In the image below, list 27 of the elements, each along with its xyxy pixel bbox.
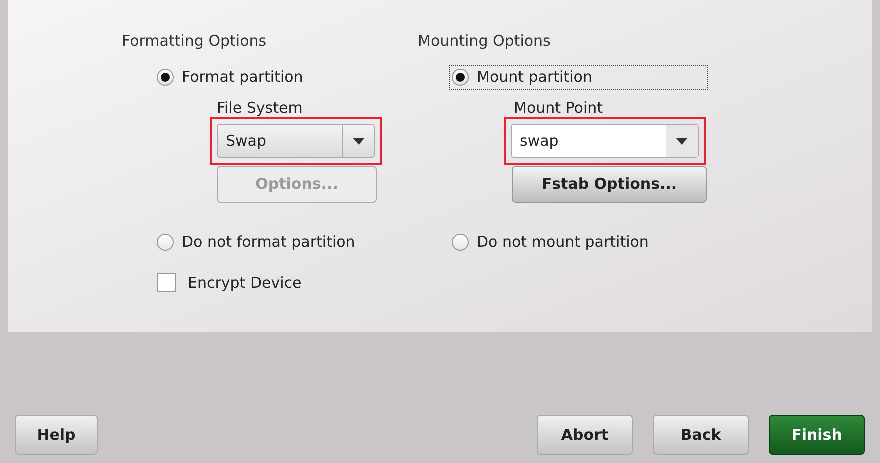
section-title: Formatting Options (122, 31, 268, 52)
radio-button[interactable] (452, 68, 469, 86)
dropdown-value: swap (519, 130, 560, 152)
dialog-button[interactable]: Help (15, 415, 98, 455)
radio-option[interactable]: Do not mount partition (450, 231, 707, 254)
radio-option[interactable]: Mount partition (450, 66, 707, 88)
dropdown[interactable]: swap (511, 124, 699, 158)
radio-label: Do not mount partition (477, 232, 649, 253)
radio-label: Format partition (182, 67, 304, 88)
checkbox[interactable] (157, 273, 176, 292)
field-label: File System (216, 98, 304, 118)
radio-button[interactable] (157, 68, 174, 86)
checkbox-label: Encrypt Device (188, 272, 302, 294)
field-label: Mount Point (513, 98, 604, 118)
radio-option[interactable]: Format partition (155, 66, 418, 88)
radio-label: Do not format partition (182, 232, 356, 253)
dialog-button[interactable]: Back (653, 415, 749, 455)
fstab-options-button[interactable]: Fstab Options... (512, 166, 707, 203)
section-title: Mounting Options (418, 31, 552, 52)
dialog-button[interactable]: Finish (769, 415, 865, 455)
radio-option[interactable]: Do not format partition (155, 231, 418, 254)
radio-label: Mount partition (477, 67, 592, 88)
radio-button[interactable] (157, 234, 174, 251)
radio-button[interactable] (452, 234, 469, 251)
dialog-button[interactable]: Abort (537, 415, 633, 455)
dropdown-value: Swap (225, 130, 268, 152)
dropdown[interactable]: Swap (217, 124, 375, 158)
